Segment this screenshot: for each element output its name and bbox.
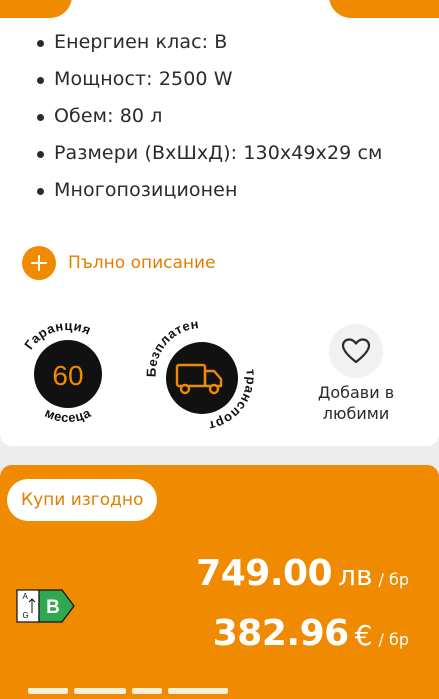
free-shipping-badge: Безплатен транспорт <box>146 318 258 430</box>
left-tab-button[interactable] <box>0 0 72 18</box>
price-bgn: 749.00 лв / бр <box>196 553 409 594</box>
price-eur-currency: € <box>354 619 373 652</box>
full-description-link[interactable]: Пълно описание <box>22 246 216 280</box>
buy-deal-button[interactable]: Купи изгодно <box>7 479 158 521</box>
energy-class-letter: B <box>46 597 60 618</box>
spec-dimensions: Размери (ВхШхД): 130x49x29 см <box>32 135 382 172</box>
heart-icon-container <box>329 324 383 378</box>
spec-mounting: Многопозиционен <box>32 172 382 209</box>
price-eur-unit: / бр <box>378 630 410 649</box>
product-details-card: Енергиен клас: B Мощност: 2500 W Обем: 8… <box>0 0 439 446</box>
price-panel: Купи изгодно A G B 749.00 лв / бр 382.96… <box>0 465 439 699</box>
plus-icon <box>22 246 56 280</box>
energy-scale-bottom: G <box>23 611 29 620</box>
spec-energy-class: Енергиен клас: B <box>32 24 382 61</box>
price-bgn-unit: / бр <box>378 570 410 589</box>
price-eur-amount: 382.96 <box>212 613 349 654</box>
price-eur: 382.96 € / бр <box>213 613 409 654</box>
full-description-label: Пълно описание <box>68 253 216 273</box>
cropped-text-fragment <box>28 688 238 694</box>
right-tab-button[interactable] <box>329 0 439 18</box>
favorites-label-line2: любими <box>322 404 390 423</box>
spec-power: Мощност: 2500 W <box>32 61 382 98</box>
warranty-months-number: 60 <box>52 360 83 391</box>
price-bgn-amount: 749.00 <box>196 553 333 594</box>
favorites-label-line1: Добави в <box>317 383 395 402</box>
add-to-favorites-button[interactable]: Добави в любими <box>300 324 412 424</box>
energy-label-icon[interactable]: A G B <box>16 589 76 623</box>
warranty-badge: Гаранция 60 месеца <box>21 318 102 425</box>
price-bgn-currency: лв <box>338 559 373 592</box>
spec-volume: Обем: 80 л <box>32 98 382 135</box>
energy-scale-top: A <box>23 592 29 601</box>
heart-icon <box>341 338 371 364</box>
spec-list: Енергиен клас: B Мощност: 2500 W Обем: 8… <box>32 24 382 209</box>
